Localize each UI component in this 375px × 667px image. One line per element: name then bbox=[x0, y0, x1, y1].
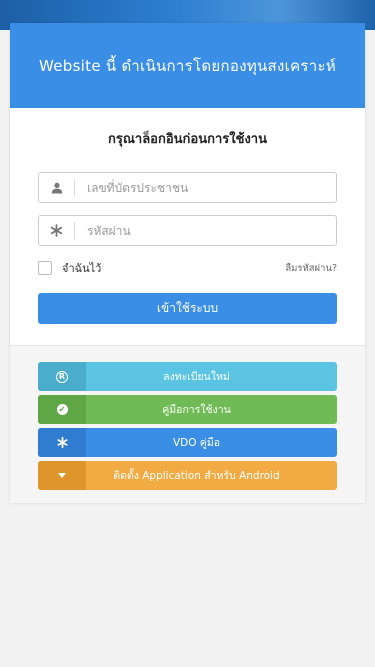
forgot-password-link[interactable]: ลืมรหัสผ่าน? bbox=[285, 261, 337, 276]
login-card: Website นี้ ดำเนินการโดยกองทุนสงเคราะห์ … bbox=[10, 23, 365, 503]
password-field[interactable] bbox=[38, 215, 337, 246]
login-title: กรุณาล็อกอินก่อนการใช้งาน bbox=[108, 132, 267, 147]
check-circle-icon: ✔ bbox=[38, 395, 86, 424]
registered-icon: R bbox=[38, 362, 86, 391]
register-button[interactable]: R ลงทะเบียนใหม่ bbox=[38, 362, 337, 391]
username-input[interactable] bbox=[75, 173, 336, 202]
asterisk-icon bbox=[39, 222, 75, 239]
login-form: กรุณาล็อกอินก่อนการใช้งาน เลขที่บัตรประช… bbox=[10, 108, 365, 324]
vdo-manual-label: VDO คู่มือ bbox=[172, 437, 221, 449]
site-header: Website นี้ ดำเนินการโดยกองทุนสงเคราะห์ bbox=[10, 23, 365, 108]
actions-panel: R ลงทะเบียนใหม่ ✔ คู่มือการใช้งาน VDO คู… bbox=[10, 345, 365, 503]
remember-row: จำฉันไว้ ลืมรหัสผ่าน? bbox=[38, 258, 337, 278]
password-input[interactable] bbox=[75, 216, 336, 245]
asterisk-icon bbox=[38, 428, 86, 457]
caret-down-icon bbox=[38, 461, 86, 490]
login-button[interactable]: เข้าใช้ระบบ bbox=[38, 293, 337, 324]
vdo-manual-button[interactable]: VDO คู่มือ bbox=[38, 428, 337, 457]
install-android-label: ติดตั้ง Application สำหรับ Android bbox=[113, 470, 280, 482]
username-field[interactable] bbox=[38, 172, 337, 203]
site-title: Website นี้ ดำเนินการโดยกองทุนสงเคราะห์ bbox=[38, 56, 337, 75]
remember-checkbox[interactable] bbox=[38, 261, 52, 275]
register-label: ลงทะเบียนใหม่ bbox=[163, 371, 230, 383]
install-android-button[interactable]: ติดตั้ง Application สำหรับ Android bbox=[38, 461, 337, 490]
user-icon bbox=[39, 179, 75, 196]
manual-button[interactable]: ✔ คู่มือการใช้งาน bbox=[38, 395, 337, 424]
remember-label: จำฉันไว้ bbox=[62, 262, 102, 275]
manual-label: คู่มือการใช้งาน bbox=[162, 404, 231, 416]
remember-me[interactable]: จำฉันไว้ bbox=[38, 259, 101, 277]
